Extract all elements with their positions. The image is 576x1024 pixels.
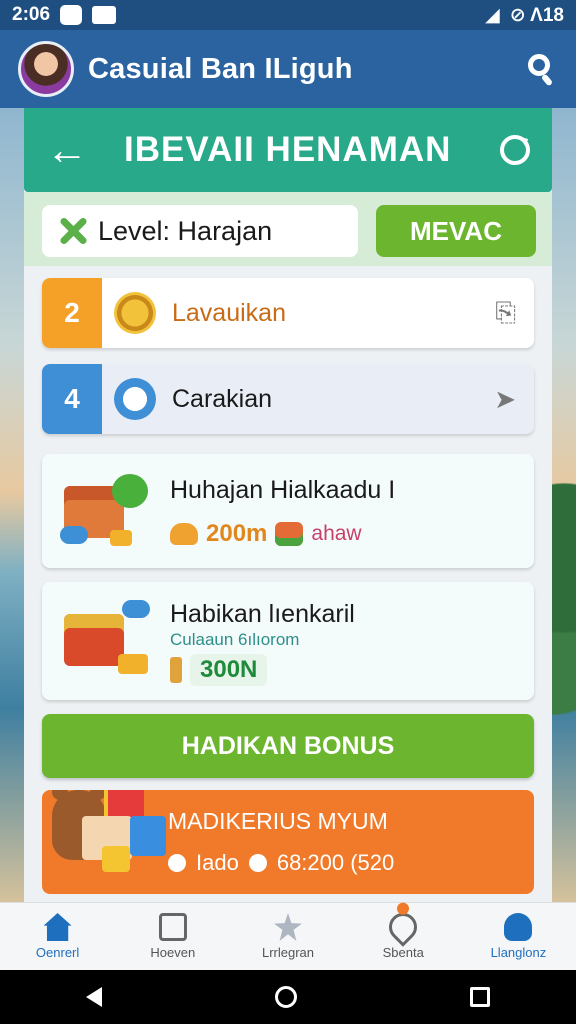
star-icon (274, 913, 302, 941)
search-icon (528, 54, 550, 76)
small-gift-icon (275, 522, 304, 546)
app-bar: Casuial Ban ILiguh (0, 30, 576, 108)
panel-title: IBEVAII HENAMAN (124, 130, 452, 169)
status-time: 2:06 (12, 4, 51, 25)
nav-label: Hoeven (150, 945, 196, 960)
ghost-icon (248, 854, 267, 872)
nav-home[interactable]: Oenrerl (0, 903, 115, 970)
refresh-icon[interactable] (500, 135, 530, 165)
rank-item[interactable]: 2 Lavauikan ⎘ (42, 278, 534, 348)
reward-title: Habikan lıenkaril (170, 600, 355, 628)
promo-left: Iado (196, 850, 239, 875)
reward-value: 300N (190, 654, 268, 686)
reward-title: Huhajan Hialkaadu I (170, 476, 396, 504)
promo-right: 68:200 (520 (276, 850, 395, 875)
reward-values: 200m ahaw (170, 520, 362, 548)
exit-icon[interactable]: ⎘ (495, 297, 516, 329)
system-back-icon[interactable] (86, 987, 103, 1007)
wifi-icon: ◢ (485, 4, 500, 26)
promo-details: Iado 68:200 (520 (168, 850, 394, 876)
reward-card[interactable]: Huhajan Hialkaadu I 200m ahaw (42, 454, 534, 568)
board-icon (158, 913, 187, 941)
heart-icon (383, 907, 424, 947)
rank-label: Lavauikan (172, 298, 286, 327)
back-arrow-icon[interactable]: ← (46, 129, 88, 171)
chat-search-icon (114, 378, 156, 420)
clover-icon (168, 854, 186, 872)
nav-label: Llanglonz (490, 945, 547, 960)
main-panel: ← IBEVAII HENAMAN Level: Harajan MEVAC 2… (24, 108, 552, 908)
reward-subtitle: Culaaun 6ılıorom (170, 630, 300, 649)
key-icon (170, 657, 182, 683)
promo-title: MADIKERIUS MYUM (168, 808, 388, 834)
nav-label: Lrrlegran (261, 945, 315, 960)
reward-value: 200m (206, 520, 268, 547)
avatar[interactable] (18, 41, 74, 97)
search-button[interactable] (524, 52, 558, 87)
reward-values: 300N (170, 654, 268, 686)
gift-stack-icon (82, 790, 170, 882)
notification-icon (60, 5, 83, 25)
nav-person[interactable]: Llanglonz (461, 903, 576, 970)
nav-board[interactable]: Hoeven (115, 903, 230, 970)
coin-icon (114, 292, 156, 334)
rank-item[interactable]: 4 Carakian ➤ (42, 364, 534, 434)
system-recents-icon[interactable] (469, 987, 490, 1007)
panel-header: ← IBEVAII HENAMAN (24, 108, 552, 192)
level-icon (58, 216, 88, 246)
level-field[interactable]: Level: Harajan (42, 205, 358, 257)
send-icon[interactable]: ➤ (494, 384, 516, 415)
rank-label: Carakian (172, 384, 273, 413)
nav-heart[interactable]: Sbenta (346, 903, 461, 970)
nav-label: Sbenta (382, 945, 424, 960)
bottom-nav: Oenrerl Hoeven Lrrlegran Sbenta Llanglon… (0, 902, 576, 970)
home-icon (43, 913, 72, 941)
status-bar: 2:06 ◢ ⊘ Λ18 (0, 0, 576, 30)
nav-star[interactable]: Lrrlegran (230, 903, 345, 970)
bonus-button[interactable]: HADIKAN BONUS (42, 714, 534, 778)
treasure-chest-icon (60, 596, 152, 680)
message-icon (92, 6, 117, 24)
gift-box-icon (60, 468, 152, 552)
reward-card[interactable]: Habikan lıenkaril Culaaun 6ılıorom 300N (42, 582, 534, 700)
app-title: Casuial Ban ILiguh (88, 52, 353, 85)
rank-number: 4 (42, 364, 102, 434)
reward-extra: ahaw (311, 522, 362, 545)
status-right: ⊘ Λ18 (509, 4, 564, 26)
rank-number: 2 (42, 278, 102, 348)
hand-icon (170, 523, 198, 545)
nav-label: Oenrerl (35, 945, 80, 960)
person-icon (504, 913, 533, 941)
level-row: Level: Harajan MEVAC (24, 192, 552, 266)
level-label: Level: Harajan (98, 215, 273, 246)
system-nav-bar (0, 970, 576, 1024)
promo-banner[interactable]: MADIKERIUS MYUM Iado 68:200 (520 (42, 790, 534, 894)
system-home-icon[interactable] (274, 986, 297, 1008)
mevac-button[interactable]: MEVAC (376, 205, 536, 257)
